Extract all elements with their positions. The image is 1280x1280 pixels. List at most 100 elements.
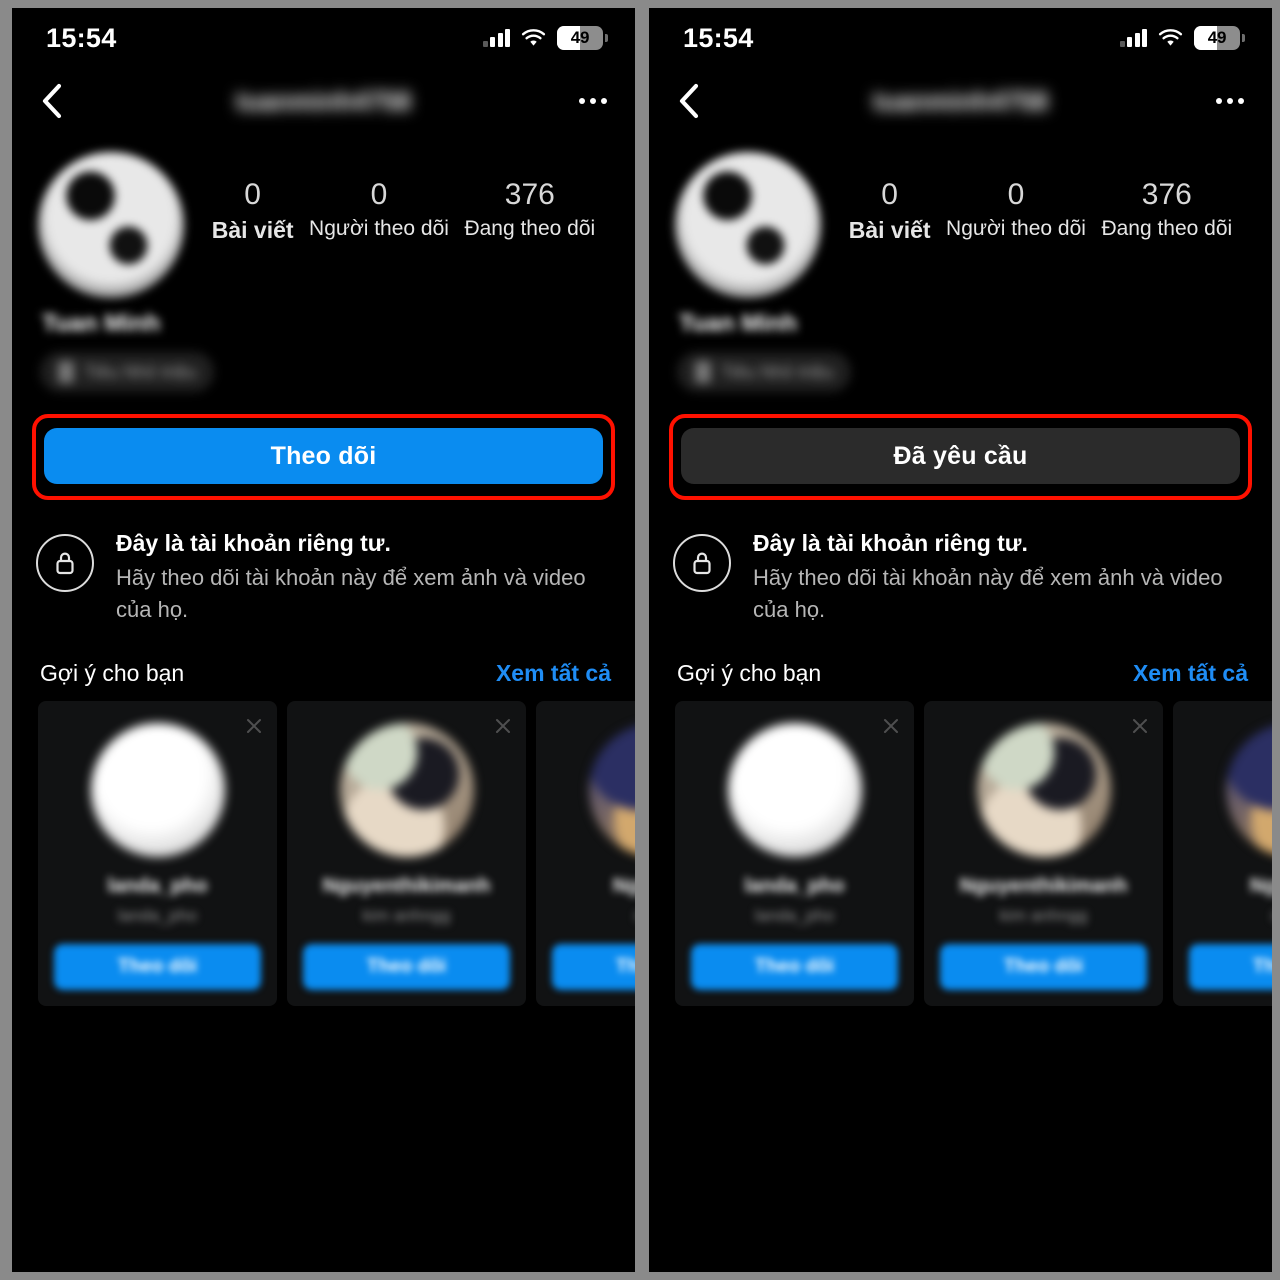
screenshot-comparison-stage: 15:54 49 tuanminh4758 0 Bài viết 0 Người… [0,0,1280,1280]
suggestion-card[interactable]: Nguyễn t ngtha Theo dõi [536,700,635,1006]
follow-button[interactable]: Theo dõi [44,428,603,484]
suggestion-follow-button[interactable]: Theo dõi [1189,943,1272,990]
status-bar-indicators: 49 [482,26,608,50]
profile-badge-chip[interactable]: Tiêu Nhỏ triệu [40,352,215,392]
stat-following-value: 376 [1141,178,1192,211]
suggestion-card[interactable]: Nguyenthikimanh kim anhngg Theo dõi [924,700,1163,1006]
profile-display-name: Tuan Minh [679,310,798,337]
suggestion-subtitle: landa_pho [117,905,198,925]
stat-followers[interactable]: 0 Người theo dõi [946,178,1086,241]
suggestion-subtitle: kim anhngg [362,905,451,925]
suggestion-avatar [90,722,225,857]
suggestion-avatar [976,722,1111,857]
stat-posts[interactable]: 0 Bài viết [212,178,294,244]
stat-posts-value: 0 [244,178,261,211]
private-notice-title: Đây là tài khoản riêng tư. [753,530,1028,556]
suggestion-subtitle: ngtha [1271,906,1272,926]
close-icon[interactable] [882,717,900,735]
back-chevron-icon[interactable] [671,83,705,119]
stat-followers-value: 0 [370,178,388,211]
lock-icon [36,534,94,592]
profile-badge-label: Tiêu Nhỏ triệu [84,361,197,382]
suggestions-header: Gợi ý cho bạn Xem tất cả [12,626,635,687]
profile-header: 0 Bài viết 0 Người theo dõi 376 Đang the… [649,134,1272,298]
stat-posts[interactable]: 0 Bài viết [849,178,931,244]
suggestion-name: landa_pho [107,874,208,897]
stat-following-label: Đang theo dõi [1101,216,1233,240]
suggestion-avatar [588,722,635,857]
more-options-icon[interactable] [1216,98,1244,104]
close-icon[interactable] [1131,717,1149,735]
suggestions-carousel[interactable]: landa_pho landa_pho Theo dõi Nguyenthiki… [12,687,635,1006]
stat-following-label: Đang theo dõi [464,216,596,240]
stat-followers-value: 0 [1007,178,1025,211]
navigation-bar: tuanminh4758 [649,68,1272,134]
close-icon[interactable] [494,717,512,735]
stat-posts-value: 0 [881,178,898,211]
suggestion-follow-button[interactable]: Theo dõi [691,943,898,990]
private-notice-text: Đây là tài khoản riêng tư. Hãy theo dõi … [753,528,1233,626]
suggestion-name: Nguyenthikimanh [959,874,1128,897]
suggestion-card[interactable]: Nguyễn t ngtha Theo dõi [1173,700,1272,1006]
profile-header: 0 Bài viết 0 Người theo dõi 376 Đang the… [12,134,635,298]
avatar-wrapper[interactable] [38,152,190,298]
private-notice-title: Đây là tài khoản riêng tư. [116,530,391,556]
suggestions-see-all-link[interactable]: Xem tất cả [1133,660,1248,687]
profile-stats: 0 Bài viết 0 Người theo dõi 376 Đang the… [190,152,609,244]
primary-action-zone: Theo dõi [12,392,635,500]
primary-action-zone: Đã yêu cầu [649,392,1272,500]
suggestion-follow-button[interactable]: Theo dõi [54,943,261,990]
profile-avatar [38,152,184,298]
suggestions-see-all-link[interactable]: Xem tất cả [496,660,611,687]
stat-following[interactable]: 376 Đang theo dõi [1101,178,1232,241]
threads-icon [58,361,74,383]
private-notice-text: Đây là tài khoản riêng tư. Hãy theo dõi … [116,528,596,626]
profile-stats: 0 Bài viết 0 Người theo dõi 376 Đang the… [827,152,1246,244]
stat-following-value: 376 [504,178,555,211]
back-chevron-icon[interactable] [34,83,68,119]
suggestion-follow-button[interactable]: Theo dõi [940,943,1147,990]
suggestion-card[interactable]: landa_pho landa_pho Theo dõi [38,700,277,1006]
suggestion-name: Nguyễn t [1249,874,1272,897]
profile-badge-chip[interactable]: Tiêu Nhỏ triệu [677,352,852,392]
status-bar-indicators: 49 [1119,26,1245,50]
avatar-wrapper[interactable] [675,152,827,298]
nav-title-username: tuanminh4758 [236,85,411,116]
suggestion-name: Nguyễn t [612,874,635,897]
more-options-icon[interactable] [579,98,607,104]
profile-avatar [675,152,821,298]
suggestion-subtitle: landa_pho [754,905,835,925]
suggestions-carousel[interactable]: landa_pho landa_pho Theo dõi Nguyenthiki… [649,687,1272,1006]
phone-panel-before: 15:54 49 tuanminh4758 0 Bài viết 0 Người… [12,8,635,1272]
status-bar: 15:54 49 [649,8,1272,68]
suggestion-name: Nguyenthikimanh [322,874,491,897]
stat-posts-label: Bài viết [211,216,294,243]
profile-display-name: Tuan Minh [42,310,161,337]
stat-following[interactable]: 376 Đang theo dõi [464,178,595,241]
stat-followers-label: Người theo dõi [309,216,449,240]
phone-panel-after: 15:54 49 tuanminh4758 0 Bài viết 0 Người… [649,8,1272,1272]
suggestion-follow-button[interactable]: Theo dõi [303,943,510,990]
suggestion-card[interactable]: landa_pho landa_pho Theo dõi [675,700,914,1006]
close-icon[interactable] [245,717,263,735]
cellular-signal-icon [1119,29,1147,47]
battery-icon: 49 [557,26,608,50]
private-account-notice: Đây là tài khoản riêng tư. Hãy theo dõi … [649,500,1272,626]
profile-badge-label: Tiêu Nhỏ triệu [721,361,834,382]
suggestion-subtitle: kim anhngg [999,905,1088,925]
stat-followers-label: Người theo dõi [946,216,1086,240]
wifi-icon [1158,29,1183,47]
lock-icon [673,534,731,592]
cellular-signal-icon [482,29,510,47]
stat-followers[interactable]: 0 Người theo dõi [309,178,449,241]
nav-title-username: tuanminh4758 [873,85,1048,116]
requested-button[interactable]: Đã yêu cầu [681,428,1240,484]
battery-level-label: 49 [1207,28,1227,47]
suggestion-avatar [1225,722,1272,857]
suggestion-name: landa_pho [744,874,845,897]
threads-icon [695,361,711,383]
suggestion-avatar [339,722,474,857]
suggestion-follow-button[interactable]: Theo dõi [552,943,635,990]
suggestion-card[interactable]: Nguyenthikimanh kim anhngg Theo dõi [287,700,526,1006]
navigation-bar: tuanminh4758 [12,68,635,134]
